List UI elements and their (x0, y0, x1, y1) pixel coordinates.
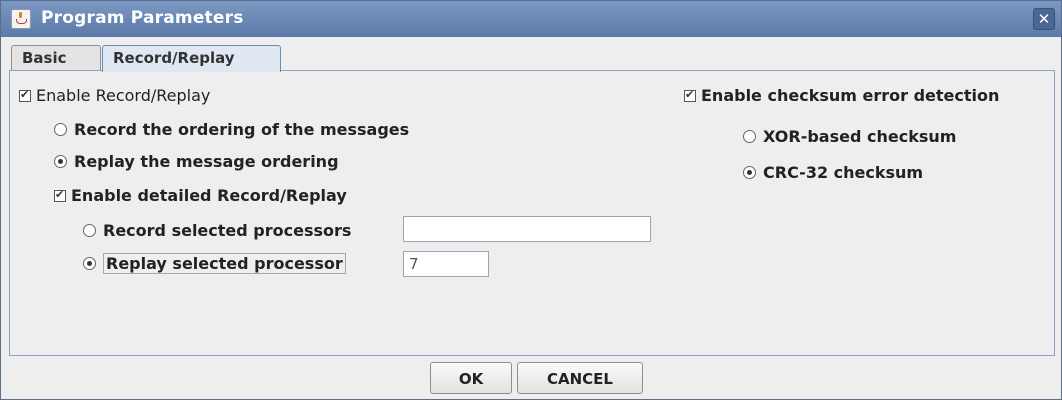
checkbox-check-icon (54, 188, 66, 202)
title-bar: Program Parameters ✕ (1, 1, 1061, 37)
checkbox-check-icon (19, 88, 31, 102)
tab-basic[interactable]: Basic (11, 45, 101, 71)
checkbox-check-icon (684, 88, 696, 102)
window-title: Program Parameters (41, 8, 244, 28)
enable-checksum-label: Enable checksum error detection (701, 86, 1000, 105)
enable-record-replay-label: Enable Record/Replay (36, 86, 211, 105)
enable-checksum-checkbox[interactable]: Enable checksum error detection (684, 86, 999, 105)
close-button[interactable]: ✕ (1033, 8, 1055, 30)
detailed-record-replay-label: Enable detailed Record/Replay (71, 186, 347, 205)
enable-detailed-record-replay-checkbox[interactable]: Enable detailed Record/Replay (54, 186, 347, 205)
record-selected-processors-input[interactable] (403, 216, 651, 242)
radio-selected-icon (743, 166, 756, 179)
replay-selected-processor-label: Replay selected processor (103, 253, 346, 274)
radio-selected-icon (54, 155, 67, 168)
record-selected-processors-radio[interactable]: Record selected processors (83, 221, 351, 240)
program-parameters-dialog: Program Parameters ✕ Basic Record/Replay… (0, 0, 1062, 400)
radio-selected-icon (83, 257, 96, 270)
record-replay-panel (9, 70, 1055, 356)
replay-selected-processor-input[interactable]: 7 (403, 251, 489, 277)
java-app-icon (11, 9, 31, 29)
record-selected-processors-label: Record selected processors (103, 221, 352, 240)
radio-unselected-icon (743, 130, 756, 143)
tab-record-replay[interactable]: Record/Replay (102, 45, 281, 72)
replay-ordering-label: Replay the message ordering (74, 152, 339, 171)
record-ordering-radio[interactable]: Record the ordering of the messages (54, 120, 409, 139)
record-ordering-label: Record the ordering of the messages (74, 120, 410, 139)
replay-ordering-radio[interactable]: Replay the message ordering (54, 152, 339, 171)
enable-record-replay-checkbox[interactable]: Enable Record/Replay (19, 86, 210, 105)
ok-button[interactable]: OK (430, 362, 512, 394)
xor-checksum-label: XOR-based checksum (763, 127, 957, 146)
crc32-checksum-label: CRC-32 checksum (763, 163, 924, 182)
radio-unselected-icon (54, 123, 67, 136)
radio-unselected-icon (83, 224, 96, 237)
xor-checksum-radio[interactable]: XOR-based checksum (743, 127, 956, 146)
replay-selected-processor-radio[interactable]: Replay selected processor (83, 253, 346, 274)
crc32-checksum-radio[interactable]: CRC-32 checksum (743, 163, 923, 182)
cancel-button[interactable]: CANCEL (517, 362, 643, 394)
